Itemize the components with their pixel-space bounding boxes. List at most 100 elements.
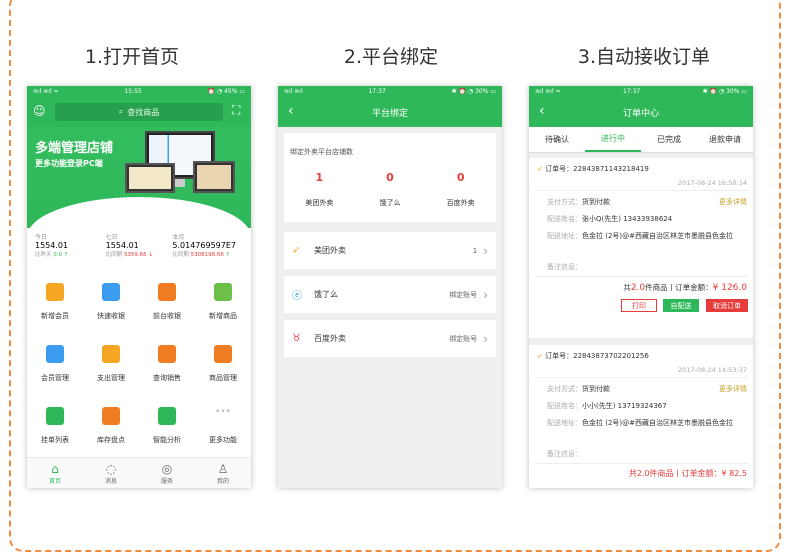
nav-bar: ‹ 订单中心 (529, 97, 753, 127)
platform-status: 1 (472, 246, 478, 255)
tab-order-3[interactable]: 退款申请 (697, 127, 753, 152)
order-card[interactable]: ➶ 订单号：22843871143218419 2017-08-24 16:50… (529, 158, 753, 338)
order-amount: ¥ 126.0 (712, 283, 747, 293)
tab-label: 服务 (160, 477, 173, 485)
grid-item[interactable]: 支出管理 (83, 333, 139, 395)
product-manage-icon (214, 345, 232, 363)
stock-icon (102, 407, 120, 425)
tab-label: 我的 (216, 477, 229, 485)
arrow-up-icon: ↑ (225, 252, 231, 258)
stat-compare-label: 比同期 (105, 252, 123, 258)
name-value: 张小Q(先生) 13433938624 (582, 215, 673, 223)
stat-compare-label: 比昨天 (35, 252, 52, 258)
nav-bar: ‹ 平台绑定 (278, 97, 502, 127)
self-delivery-button[interactable]: 自配送 (663, 299, 699, 312)
signal-icon: ≋ıl ≋ıl ≈ (33, 88, 59, 95)
chevron-right-icon: › (483, 331, 488, 346)
user-icon: ♙ (217, 461, 229, 476)
grid-item[interactable]: 库存盘点 (83, 395, 139, 457)
more-details-link[interactable]: 更多详情 (719, 197, 747, 207)
grid-item-label: 更多功能 (209, 436, 237, 444)
order-card[interactable]: ➶ 订单号：22843873702201256 2017-08-24 14:53… (529, 345, 753, 488)
tab-order-0[interactable]: 待确认 (529, 127, 585, 152)
grid-item[interactable]: 前台收银 (139, 271, 195, 333)
order-summary: 共2.0件商品丨订单金额：¥ 126.0 (623, 282, 747, 293)
grid-item[interactable]: 新增会员 (27, 271, 83, 333)
platform-row[interactable]: ➶ 美团外卖 1 › (284, 232, 496, 269)
compass-icon: ◎ (161, 461, 173, 476)
phone-orders: ≋ıl ≋ıl ≈ 17:37 ✱ ⏰ ◔ 30% ▭ ‹ 订单中心 待确认 进行… (529, 86, 753, 488)
grid-item[interactable]: 商品管理 (195, 333, 251, 395)
grid-item-label: 库存盘点 (97, 436, 125, 444)
grid-item-label: 商品管理 (209, 374, 237, 382)
page-title: 订单中心 (622, 108, 659, 119)
tablet-illustration (193, 161, 235, 193)
bottom-tab-bar: ⌂ 首页 ◌ 消息 ◎ 服务 ♙ 我的 (27, 457, 251, 488)
phone-home: ≋ıl ≋ıl ≈ 15:55 ⏰ ◔ 45% ▭ ☺ ⌕ 查找商品 ⛶ 多端管… (27, 86, 251, 488)
cashier-icon (158, 283, 176, 301)
divider (534, 377, 748, 378)
meituan-icon: ➶ (292, 245, 301, 256)
scan-qr-icon[interactable]: ⛶ (232, 103, 240, 118)
banner[interactable]: 多端管理店铺 更多功能登录PC端 (27, 127, 251, 228)
platform-list: ➶ 美团外卖 1 › ⓔ 饿了么 绑定账号 › ♉ 百度外卖 绑定账号 › (278, 232, 502, 357)
name-label: 配送姓名： (547, 215, 582, 223)
count-item: 0 百度外卖 (425, 171, 496, 208)
member-icon (46, 345, 64, 363)
summary-text: 共 (623, 283, 631, 292)
arrow-up-icon: ↑ (63, 252, 69, 258)
search-header: ☺ ⌕ 查找商品 ⛶ (27, 97, 251, 127)
eleme-icon: ⓔ (292, 291, 302, 302)
order-number: 订单号：22843873702201256 (545, 352, 649, 360)
order-time: 2017-08-24 16:50:14 (677, 179, 747, 187)
grid-item-label: 前台收银 (153, 312, 181, 320)
scan-icon (102, 283, 120, 301)
smile-icon[interactable]: ☺ (33, 104, 46, 118)
back-arrow-icon[interactable]: ‹ (288, 103, 294, 119)
grid-item[interactable]: 会员管理 (27, 333, 83, 395)
tab-home[interactable]: ⌂ 首页 (27, 458, 83, 488)
name-label: 配送姓名： (547, 402, 582, 410)
tab-order-1[interactable]: 进行中 (585, 127, 641, 152)
stat-week[interactable]: 七日 1554.01 比同期 5359.66 ↓ (106, 232, 173, 271)
search-placeholder: 查找商品 (127, 107, 160, 117)
count-label: 百度外卖 (446, 199, 475, 207)
more-details-link[interactable]: 更多详情 (719, 384, 747, 394)
message-icon: ◌ (105, 461, 117, 476)
divider (534, 463, 748, 464)
chart-icon (158, 407, 176, 425)
count-label: 美团外卖 (305, 199, 334, 207)
stat-month[interactable]: 本月 5.014769597E7 比同期 5308198.66 ↑ (172, 232, 247, 271)
platform-status: 绑定账号 (449, 334, 478, 343)
print-button[interactable]: 打印 (621, 299, 657, 312)
grid-item[interactable]: 智能分析 (139, 395, 195, 457)
stats-row: 今日 1554.01 比昨天 0.0 ↑ 七日 1554.01 比同期 5359… (27, 228, 251, 271)
grid-item-label: 会员管理 (41, 374, 69, 382)
grid-item[interactable]: ••• 更多功能 (195, 395, 251, 457)
grid-item-label: 新增商品 (209, 312, 237, 320)
tab-compass[interactable]: ◎ 服务 (139, 458, 195, 488)
tab-user[interactable]: ♙ 我的 (195, 458, 251, 488)
platform-row[interactable]: ⓔ 饿了么 绑定账号 › (284, 276, 496, 313)
banner-subtitle: 更多功能登录PC端 (35, 159, 103, 168)
add-member-icon (46, 283, 64, 301)
grid-item-label: 快速收银 (97, 312, 125, 320)
grid-item[interactable]: 挂单列表 (27, 395, 83, 457)
cancel-order-button[interactable]: 取消订单 (706, 299, 748, 312)
platform-row[interactable]: ♉ 百度外卖 绑定账号 › (284, 320, 496, 357)
pay-value: 货到付款 (582, 385, 610, 393)
chevron-right-icon: › (483, 243, 488, 258)
stat-today[interactable]: 今日 1554.01 比昨天 0.0 ↑ (35, 232, 106, 271)
tab-message[interactable]: ◌ 消息 (83, 458, 139, 488)
grid-item[interactable]: 查询销售 (139, 333, 195, 395)
page-title: 平台绑定 (371, 108, 408, 119)
status-time: 17:37 (368, 88, 386, 95)
back-arrow-icon[interactable]: ‹ (539, 103, 545, 119)
grid-item[interactable]: 新增商品 (195, 271, 251, 333)
search-input[interactable]: ⌕ 查找商品 (55, 103, 223, 121)
tab-order-2[interactable]: 已完成 (641, 127, 697, 152)
banner-wave (27, 197, 251, 228)
platform-status: 绑定账号 (449, 290, 478, 299)
list-icon (46, 407, 64, 425)
grid-item[interactable]: 快速收银 (83, 271, 139, 333)
